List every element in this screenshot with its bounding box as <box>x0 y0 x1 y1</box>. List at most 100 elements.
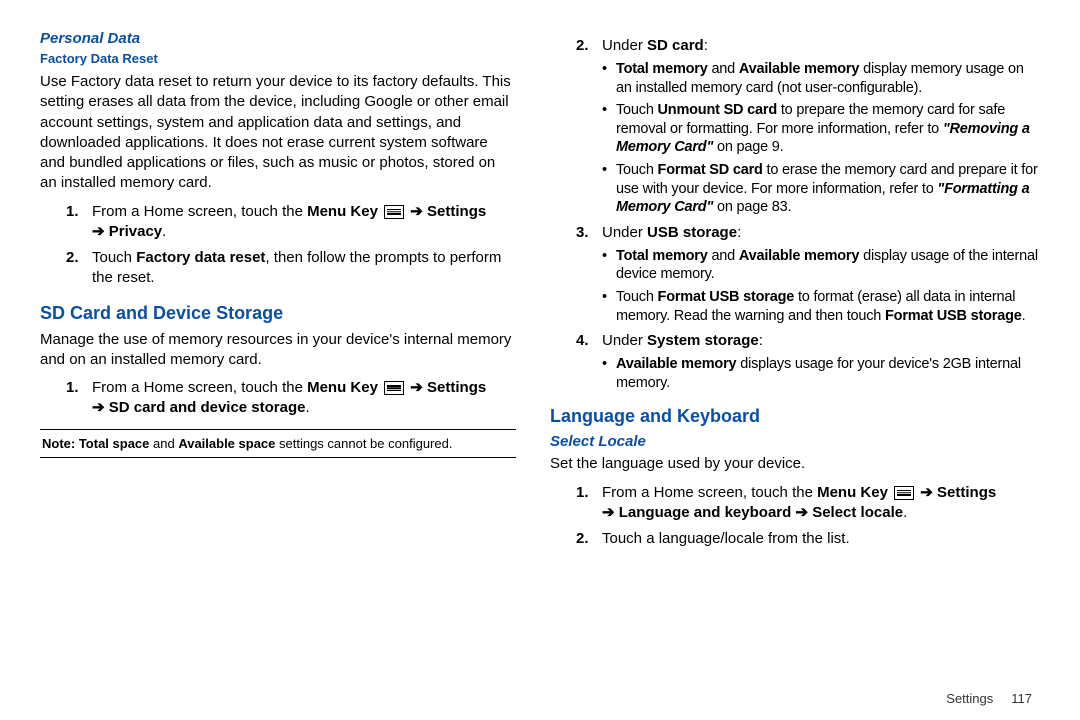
arrow-icon: ➔ <box>920 484 933 501</box>
text: Touch <box>616 102 658 118</box>
step-text: Touch a language/locale from the list. <box>602 530 850 547</box>
manual-page: Personal Data Factory Data Reset Use Fac… <box>0 0 1080 720</box>
colon: : <box>704 37 708 54</box>
menu-key-icon <box>894 486 914 500</box>
menu-key-icon <box>384 381 404 395</box>
total-memory-label: Total memory <box>616 248 708 264</box>
settings-label: Settings <box>423 203 486 220</box>
format-usb-label: Format USB storage <box>658 289 795 305</box>
menu-key-label: Menu Key <box>307 379 378 396</box>
usb-storage-label: USB storage <box>647 224 737 241</box>
factory-data-reset-label: Factory data reset <box>136 249 265 266</box>
right-column: 2. Under SD card: Total memory and Avail… <box>540 30 1040 710</box>
page-footer: Settings 117 <box>946 691 1032 706</box>
menu-key-label: Menu Key <box>307 203 378 220</box>
arrow-icon: ➔ <box>410 379 423 396</box>
available-memory-label: Available memory <box>616 356 736 372</box>
period: . <box>306 399 310 416</box>
step-item: 1. From a Home screen, touch the Menu Ke… <box>70 202 516 243</box>
step-text: Under <box>602 37 647 54</box>
step-item: 2. Under SD card: Total memory and Avail… <box>580 36 1040 217</box>
bullet-item: Available memory displays usage for your… <box>602 355 1040 392</box>
sd-storage-label: SD card and device storage <box>105 399 306 416</box>
text: Touch <box>616 162 658 178</box>
available-memory-label: Available memory <box>739 248 859 264</box>
note-bold: Available space <box>178 436 275 451</box>
sd-storage-steps-continued: 2. Under SD card: Total memory and Avail… <box>580 36 1040 392</box>
factory-reset-steps: 1. From a Home screen, touch the Menu Ke… <box>70 202 516 289</box>
note-text: and <box>149 436 178 451</box>
arrow-icon: ➔ <box>795 504 808 521</box>
step-text: From a Home screen, touch the <box>92 203 307 220</box>
arrow-icon: ➔ <box>92 399 105 416</box>
step-text: Under <box>602 332 647 349</box>
sd-card-label: SD card <box>647 37 704 54</box>
arrow-icon: ➔ <box>410 203 423 220</box>
heading-sd-card-storage: SD Card and Device Storage <box>40 303 516 324</box>
format-sd-label: Format SD card <box>658 162 763 178</box>
language-steps: 1. From a Home screen, touch the Menu Ke… <box>580 483 1040 550</box>
system-storage-label: System storage <box>647 332 759 349</box>
footer-section: Settings <box>946 691 993 706</box>
sd-storage-paragraph: Manage the use of memory resources in yo… <box>40 330 516 371</box>
arrow-icon: ➔ <box>92 223 105 240</box>
heading-language-keyboard: Language and Keyboard <box>550 406 1040 427</box>
text: on page 9. <box>713 139 783 155</box>
step-item: 3. Under USB storage: Total memory and A… <box>580 223 1040 325</box>
sd-card-bullets: Total memory and Available memory displa… <box>602 60 1040 216</box>
step-number: 2. <box>576 36 589 56</box>
step-text: Touch <box>92 249 136 266</box>
note-label: Note: Total space <box>42 436 149 451</box>
factory-reset-paragraph: Use Factory data reset to return your de… <box>40 72 516 194</box>
heading-select-locale: Select Locale <box>550 433 1040 450</box>
select-locale-label: Select locale <box>808 504 903 521</box>
step-number: 4. <box>576 331 589 351</box>
text: on page 83. <box>713 199 791 215</box>
step-item: 1. From a Home screen, touch the Menu Ke… <box>580 483 1040 524</box>
step-item: 2. Touch Factory data reset, then follow… <box>70 248 516 289</box>
sd-storage-steps: 1. From a Home screen, touch the Menu Ke… <box>70 378 516 419</box>
unmount-sd-label: Unmount SD card <box>658 102 777 118</box>
menu-key-icon <box>384 205 404 219</box>
step-number: 2. <box>576 529 589 549</box>
step-text: From a Home screen, touch the <box>92 379 307 396</box>
text: and <box>708 248 739 264</box>
step-item: 1. From a Home screen, touch the Menu Ke… <box>70 378 516 419</box>
step-number: 2. <box>66 248 79 268</box>
heading-factory-reset: Factory Data Reset <box>40 51 516 66</box>
lang-kbd-label: Language and keyboard <box>615 504 796 521</box>
format-usb-label: Format USB storage <box>885 308 1022 324</box>
colon: : <box>737 224 741 241</box>
bullet-item: Touch Format SD card to erase the memory… <box>602 161 1040 217</box>
step-text: From a Home screen, touch the <box>602 484 817 501</box>
system-storage-bullets: Available memory displays usage for your… <box>602 355 1040 392</box>
settings-label: Settings <box>933 484 996 501</box>
bullet-item: Total memory and Available memory displa… <box>602 60 1040 97</box>
period: . <box>903 504 907 521</box>
step-number: 1. <box>66 378 79 398</box>
locale-paragraph: Set the language used by your device. <box>550 454 1040 474</box>
bullet-item: Total memory and Available memory displa… <box>602 247 1040 284</box>
arrow-icon: ➔ <box>602 504 615 521</box>
note-box: Note: Total space and Available space se… <box>40 429 516 458</box>
menu-key-label: Menu Key <box>817 484 888 501</box>
note-text: settings cannot be configured. <box>275 436 452 451</box>
step-number: 1. <box>576 483 589 503</box>
privacy-label: Privacy <box>105 223 163 240</box>
available-memory-label: Available memory <box>739 61 859 77</box>
bullet-item: Touch Format USB storage to format (eras… <box>602 288 1040 325</box>
colon: : <box>759 332 763 349</box>
bullet-item: Touch Unmount SD card to prepare the mem… <box>602 101 1040 157</box>
heading-personal-data: Personal Data <box>40 30 516 47</box>
settings-label: Settings <box>423 379 486 396</box>
left-column: Personal Data Factory Data Reset Use Fac… <box>40 30 540 710</box>
step-number: 3. <box>576 223 589 243</box>
step-text: Under <box>602 224 647 241</box>
footer-page-number: 117 <box>1011 691 1032 706</box>
usb-storage-bullets: Total memory and Available memory displa… <box>602 247 1040 325</box>
period: . <box>162 223 166 240</box>
text: and <box>708 61 739 77</box>
step-item: 4. Under System storage: Available memor… <box>580 331 1040 392</box>
text: . <box>1022 308 1026 324</box>
step-item: 2. Touch a language/locale from the list… <box>580 529 1040 549</box>
